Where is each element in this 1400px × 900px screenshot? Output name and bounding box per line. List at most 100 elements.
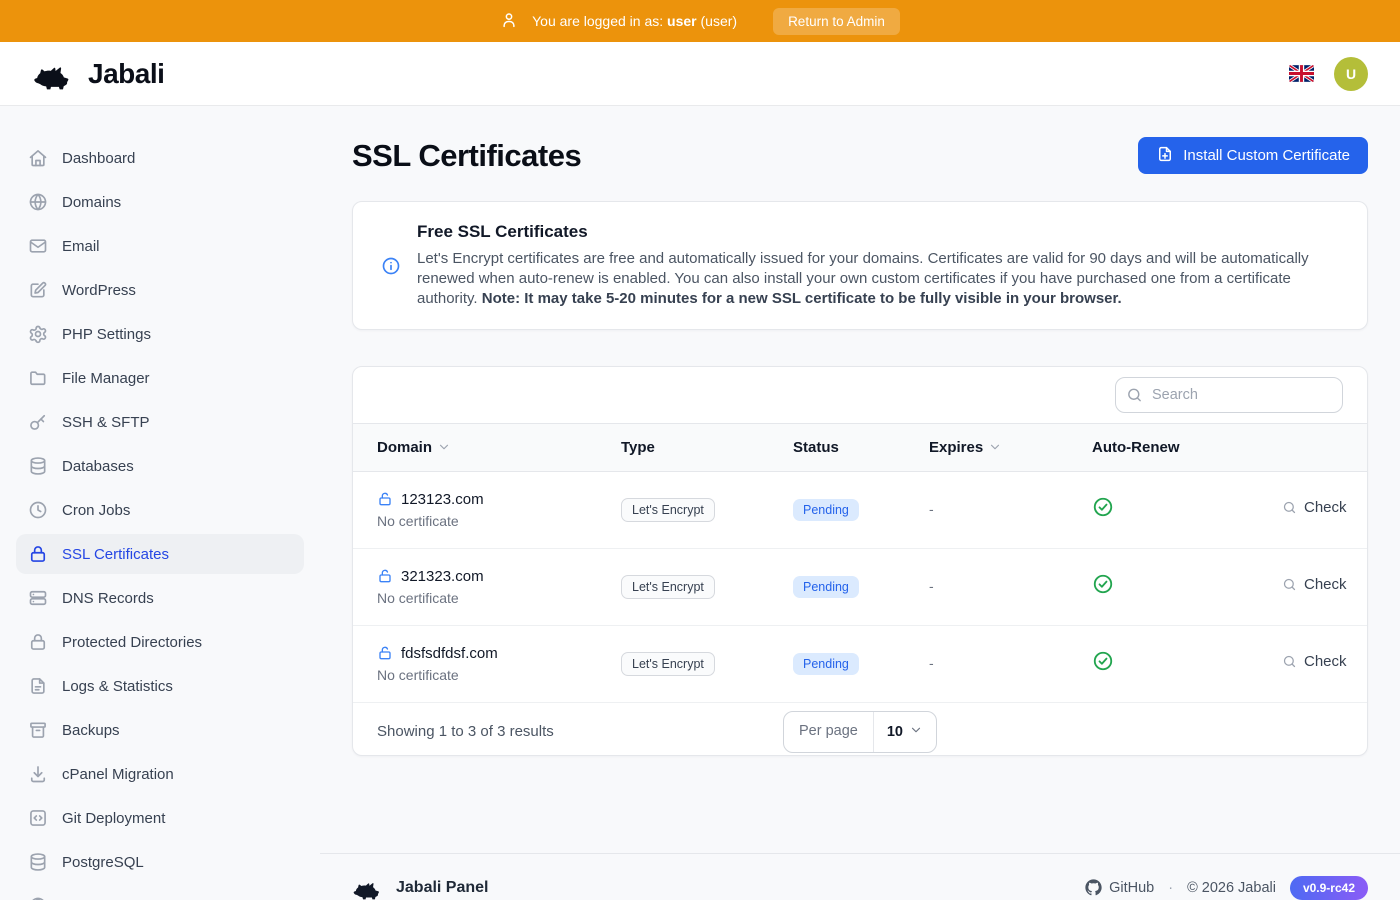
status-badge: Pending (793, 499, 859, 521)
per-page-select[interactable]: Per page 10 (783, 711, 937, 753)
sidebar-item-php-settings[interactable]: PHP Settings (16, 314, 304, 354)
column-header-type: Type (597, 423, 769, 471)
globe-icon (28, 896, 48, 900)
edit-icon (28, 280, 48, 300)
search-input[interactable] (1115, 377, 1343, 413)
sidebar-item-email[interactable]: Email (16, 226, 304, 266)
version-badge: v0.9-rc42 (1290, 876, 1368, 900)
type-badge: Let's Encrypt (621, 498, 715, 522)
sidebar-item-partial[interactable] (16, 886, 304, 900)
sidebar-item-label: Dashboard (62, 150, 135, 167)
sidebar-item-label: Logs & Statistics (62, 678, 173, 695)
type-badge: Let's Encrypt (621, 575, 715, 599)
install-custom-certificate-button[interactable]: Install Custom Certificate (1138, 137, 1368, 174)
info-box-body: Let's Encrypt certificates are free and … (417, 249, 1339, 310)
file-plus-icon (1156, 145, 1174, 163)
code-icon (28, 808, 48, 828)
page-title: SSL Certificates (352, 138, 581, 174)
search-box (1115, 377, 1343, 413)
auto-renew-toggle[interactable] (1092, 650, 1114, 672)
user-avatar[interactable]: U (1334, 57, 1368, 91)
certificates-table: DomainTypeStatusExpiresAuto-Renew 123123… (353, 423, 1367, 703)
results-summary: Showing 1 to 3 of 3 results (377, 723, 554, 740)
sidebar-item-label: Databases (62, 458, 134, 475)
certificates-table-card: DomainTypeStatusExpiresAuto-Renew 123123… (352, 366, 1368, 756)
language-flag-icon[interactable] (1289, 65, 1314, 82)
search-icon (1282, 654, 1297, 669)
auto-renew-toggle[interactable] (1092, 573, 1114, 595)
lock-icon (28, 544, 48, 564)
status-cell: Pending (769, 548, 905, 625)
sidebar-item-label: SSL Certificates (62, 546, 169, 563)
github-link[interactable]: GitHub (1085, 879, 1154, 896)
file-plus-icon (1156, 145, 1174, 167)
sidebar-item-label: Protected Directories (62, 634, 202, 651)
copyright-text: © 2026 Jabali (1187, 880, 1276, 896)
github-icon (1085, 879, 1102, 896)
search-icon (1282, 577, 1297, 592)
status-badge: Pending (793, 576, 859, 598)
check-certificate-button[interactable]: Check (1282, 499, 1347, 516)
sidebar-item-dashboard[interactable]: Dashboard (16, 138, 304, 178)
gear-icon (28, 324, 48, 344)
sidebar-item-cpanel-migration[interactable]: cPanel Migration (16, 754, 304, 794)
home-icon (28, 148, 48, 168)
clock-icon (28, 500, 48, 520)
app-header: Jabali U (0, 42, 1400, 106)
info-icon (381, 256, 401, 276)
check-circle-icon (1092, 650, 1114, 672)
expires-cell: - (905, 548, 1068, 625)
sidebar-item-domains[interactable]: Domains (16, 182, 304, 222)
status-cell: Pending (769, 625, 905, 702)
column-header-auto-renew: Auto-Renew (1068, 423, 1258, 471)
sidebar-item-databases[interactable]: Databases (16, 446, 304, 486)
sidebar-item-cron-jobs[interactable]: Cron Jobs (16, 490, 304, 530)
per-page-label: Per page (784, 712, 873, 752)
sidebar-item-label: Email (62, 238, 100, 255)
sidebar-item-protected-directories[interactable]: Protected Directories (16, 622, 304, 662)
server-icon (28, 588, 48, 608)
sort-chevron-icon (988, 440, 1002, 454)
sidebar-item-file-manager[interactable]: File Manager (16, 358, 304, 398)
return-to-admin-button[interactable]: Return to Admin (773, 8, 900, 35)
info-box-note: Note: It may take 5-20 minutes for a new… (482, 290, 1122, 307)
sidebar-item-ssl-certificates[interactable]: SSL Certificates (16, 534, 304, 574)
chevron-down-icon (909, 723, 923, 741)
domain-cell: 123123.com No certificate (353, 471, 597, 548)
check-certificate-button[interactable]: Check (1282, 576, 1347, 593)
chevron-down-icon (909, 723, 923, 737)
domain-name: 123123.com (401, 491, 484, 508)
check-certificate-button[interactable]: Check (1282, 653, 1347, 670)
expires-cell: - (905, 625, 1068, 702)
column-header-status: Status (769, 423, 905, 471)
sidebar-item-dns-records[interactable]: DNS Records (16, 578, 304, 618)
user-icon (500, 11, 518, 32)
database-icon (28, 852, 48, 872)
sidebar-item-backups[interactable]: Backups (16, 710, 304, 750)
actions-cell: Check (1258, 471, 1367, 548)
user-icon (500, 11, 518, 29)
sidebar-item-label: SSH & SFTP (62, 414, 150, 431)
type-badge: Let's Encrypt (621, 652, 715, 676)
sidebar-item-wordpress[interactable]: WordPress (16, 270, 304, 310)
sidebar-item-label: WordPress (62, 282, 136, 299)
sidebar-item-git-deployment[interactable]: Git Deployment (16, 798, 304, 838)
column-header-expires[interactable]: Expires (905, 423, 1068, 471)
database-icon (28, 456, 48, 476)
certificate-subtext: No certificate (377, 590, 573, 606)
sidebar-item-ssh-sftp[interactable]: SSH & SFTP (16, 402, 304, 442)
brand-logo: Jabali (32, 58, 164, 90)
sidebar-item-postgresql[interactable]: PostgreSQL (16, 842, 304, 882)
column-header-domain[interactable]: Domain (353, 423, 597, 471)
certificate-subtext: No certificate (377, 513, 573, 529)
search-icon (1282, 500, 1297, 515)
sidebar-item-logs-statistics[interactable]: Logs & Statistics (16, 666, 304, 706)
sidebar-item-label: Domains (62, 194, 121, 211)
auto-renew-toggle[interactable] (1092, 496, 1114, 518)
type-cell: Let's Encrypt (597, 625, 769, 702)
table-row-321323-com: 321323.comNo certificateLet's EncryptPen… (353, 548, 1367, 625)
sidebar-item-label: Cron Jobs (62, 502, 130, 519)
check-circle-icon (1092, 496, 1114, 518)
footer-separator: · (1168, 880, 1173, 896)
sidebar-item-label: PHP Settings (62, 326, 151, 343)
